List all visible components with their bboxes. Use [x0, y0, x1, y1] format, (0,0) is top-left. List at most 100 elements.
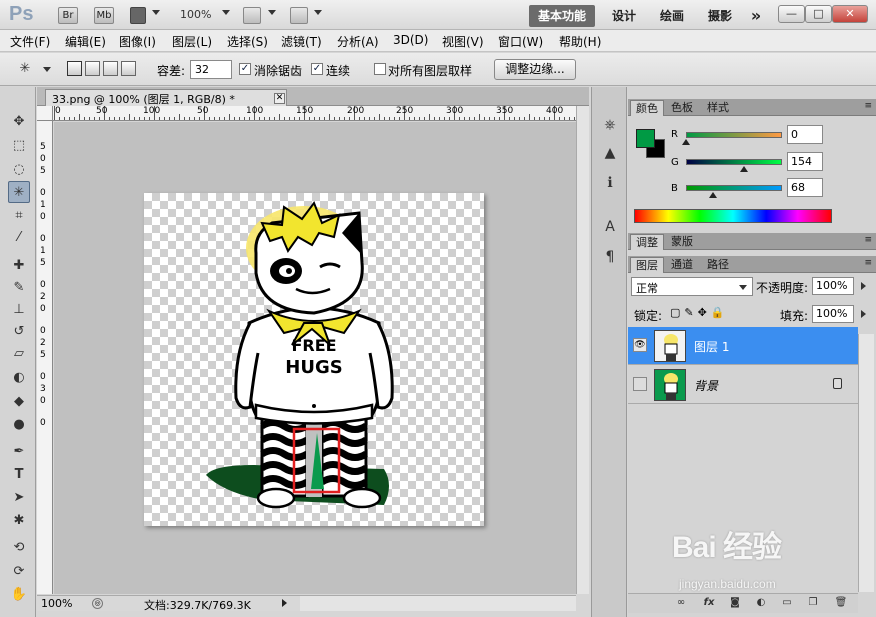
chevron-down-icon[interactable] [268, 10, 276, 15]
green-slider-thumb[interactable] [740, 166, 748, 172]
navigator-icon[interactable]: ⎈ [600, 115, 620, 135]
layers-scrollbar[interactable] [858, 334, 874, 592]
sample-all-layers-checkbox[interactable] [374, 63, 386, 75]
document-tab[interactable]: 33.png @ 100% (图层 1, RGB/8) * ✕ [45, 89, 287, 106]
vertical-scrollbar[interactable] [576, 106, 589, 594]
view-extras-icon[interactable] [130, 7, 146, 24]
menu-image[interactable]: 图像(I) [119, 33, 156, 50]
ruler-origin[interactable] [37, 106, 53, 121]
chevron-down-icon[interactable] [314, 10, 322, 15]
paragraph-icon[interactable]: ¶ [600, 247, 620, 267]
workspace-design[interactable]: 设计 [606, 5, 642, 27]
color-spectrum-bar[interactable] [634, 209, 832, 223]
hand-tool-icon[interactable]: ✋ [8, 584, 30, 606]
3d-rotate-tool-icon[interactable]: ⟲ [8, 537, 30, 559]
menu-filter[interactable]: 滤镜(T) [281, 33, 322, 50]
custom-shape-tool-icon[interactable]: ✱ [8, 510, 30, 532]
healing-brush-tool-icon[interactable]: ✚ [8, 255, 30, 277]
tab-channels[interactable]: 通道 [666, 257, 698, 273]
tab-styles[interactable]: 样式 [702, 100, 734, 116]
path-selection-tool-icon[interactable]: ➤ [8, 487, 30, 509]
status-zoom[interactable]: 100% [41, 597, 72, 610]
add-mask-icon[interactable]: ◙ [728, 596, 742, 610]
menu-select[interactable]: 选择(S) [227, 33, 268, 50]
adjustment-layer-icon[interactable]: ◐ [754, 596, 768, 610]
mini-bridge-button[interactable]: Mb [94, 7, 114, 24]
tab-adjustments[interactable]: 调整 [630, 234, 664, 250]
layer-row-background[interactable]: 背景 [628, 366, 858, 404]
layer-row-layer1[interactable]: 👁 图层 1 [628, 327, 858, 365]
tab-color[interactable]: 颜色 [630, 100, 664, 116]
antialias-checkbox[interactable]: ✓ [239, 63, 251, 75]
magic-wand-tool-icon[interactable]: ✳ [8, 181, 30, 203]
eyedropper-tool-icon[interactable]: ⁄ [8, 227, 30, 249]
chevron-down-icon[interactable] [222, 10, 230, 15]
lasso-tool-icon[interactable]: ◌ [8, 159, 30, 181]
menu-help[interactable]: 帮助(H) [559, 33, 601, 50]
pen-tool-icon[interactable]: ✒ [8, 441, 30, 463]
workspace-painting[interactable]: 绘画 [652, 5, 692, 27]
new-group-icon[interactable]: ▭ [780, 596, 794, 610]
arrange-documents-icon[interactable] [243, 7, 261, 24]
foreground-color-swatch[interactable] [636, 129, 655, 148]
blur-tool-icon[interactable]: ◆ [8, 391, 30, 413]
zoom-level-select[interactable]: 100% [180, 8, 211, 21]
minimize-button[interactable]: — [778, 5, 805, 23]
workspace-essentials[interactable]: 基本功能 [529, 5, 595, 27]
layer-style-icon[interactable]: fx [702, 596, 716, 610]
delete-layer-icon[interactable]: 🗑 [834, 596, 848, 610]
status-document-size[interactable]: 文档:329.7K/769.3K [144, 597, 251, 613]
status-info-icon[interactable]: ◎ [92, 598, 103, 609]
panel-menu-icon[interactable]: ≡ [864, 235, 872, 245]
visibility-eye-icon[interactable]: 👁 [633, 338, 647, 352]
fill-slider-arrow-icon[interactable] [861, 310, 866, 318]
close-icon[interactable]: ✕ [274, 93, 285, 104]
intersect-selection-icon[interactable] [121, 61, 136, 76]
layer-name[interactable]: 图层 1 [694, 338, 729, 355]
tolerance-input[interactable]: 32 [190, 60, 232, 79]
menu-layer[interactable]: 图层(L) [172, 33, 212, 50]
fill-input[interactable]: 100% [812, 305, 854, 323]
red-slider-thumb[interactable] [682, 139, 690, 145]
brush-tool-icon[interactable]: ✎ [8, 277, 30, 299]
panel-menu-icon[interactable]: ≡ [864, 101, 872, 111]
chevron-down-icon[interactable] [739, 285, 747, 290]
blend-mode-select[interactable]: 正常 [631, 277, 753, 296]
green-value-input[interactable]: 154 [787, 152, 823, 171]
paint-bucket-tool-icon[interactable]: ◐ [8, 367, 30, 389]
menu-3d[interactable]: 3D(D) [393, 33, 428, 47]
refine-edge-button[interactable]: 调整边缘... [494, 59, 576, 80]
opacity-input[interactable]: 100% [812, 277, 854, 295]
dodge-tool-icon[interactable]: ● [8, 414, 30, 436]
panel-menu-icon[interactable]: ≡ [864, 258, 872, 268]
subtract-from-selection-icon[interactable] [103, 61, 118, 76]
character-icon[interactable]: A [600, 217, 620, 237]
menu-window[interactable]: 窗口(W) [498, 33, 543, 50]
layer-name[interactable]: 背景 [694, 377, 718, 394]
contiguous-checkbox[interactable]: ✓ [311, 63, 323, 75]
workspace-photography[interactable]: 摄影 [700, 5, 740, 27]
horizontal-ruler[interactable]: 0 50 100 50 100 150 200 250 300 350 400 [53, 106, 576, 121]
marquee-tool-icon[interactable]: ⬚ [8, 135, 30, 157]
opacity-slider-arrow-icon[interactable] [861, 282, 866, 290]
tab-swatches[interactable]: 色板 [666, 100, 698, 116]
red-slider[interactable] [686, 132, 782, 138]
type-tool-icon[interactable]: T [8, 464, 30, 486]
status-menu-arrow-icon[interactable] [282, 599, 287, 607]
vertical-ruler[interactable]: 5 0 5 0 1 0 0 1 5 0 2 0 0 2 5 0 3 0 0 [37, 121, 53, 594]
tab-paths[interactable]: 路径 [702, 257, 734, 273]
menu-view[interactable]: 视图(V) [442, 33, 484, 50]
green-slider[interactable] [686, 159, 782, 165]
restore-button[interactable]: □ [805, 5, 832, 23]
new-layer-icon[interactable]: ❐ [806, 596, 820, 610]
tab-layers[interactable]: 图层 [630, 257, 664, 273]
red-value-input[interactable]: 0 [787, 125, 823, 144]
menu-edit[interactable]: 编辑(E) [65, 33, 106, 50]
horizontal-scrollbar[interactable] [300, 595, 576, 611]
chevron-down-icon[interactable] [43, 67, 51, 72]
visibility-eye-icon[interactable] [633, 377, 647, 391]
lock-options-icon[interactable]: ▢✎✥🔒 [670, 306, 729, 319]
menu-file[interactable]: 文件(F) [10, 33, 50, 50]
menu-analysis[interactable]: 分析(A) [337, 33, 379, 50]
blue-slider[interactable] [686, 185, 782, 191]
